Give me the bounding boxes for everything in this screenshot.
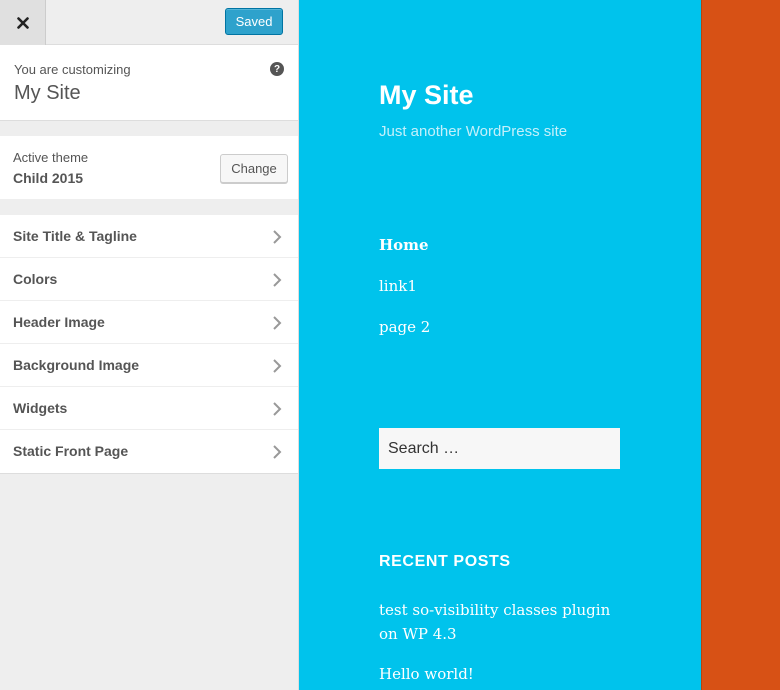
close-icon xyxy=(16,16,29,29)
section-label: Widgets xyxy=(13,400,68,416)
section-site-title-tagline[interactable]: Site Title & Tagline xyxy=(0,215,298,258)
help-icon[interactable]: ? xyxy=(270,62,284,76)
site-title[interactable]: My Site xyxy=(379,80,474,111)
preview-accent-strip xyxy=(701,0,780,690)
chevron-right-icon xyxy=(273,445,282,459)
customizer-sidebar: Saved You are customizing My Site ? Acti… xyxy=(0,0,299,690)
recent-posts-heading: RECENT POSTS xyxy=(379,553,511,570)
section-colors[interactable]: Colors xyxy=(0,258,298,301)
section-widgets[interactable]: Widgets xyxy=(0,387,298,430)
recent-post-link[interactable]: Hello world! xyxy=(379,662,629,686)
nav-link-link1[interactable]: link1 xyxy=(379,277,417,295)
customizing-site-name: My Site xyxy=(14,82,81,104)
close-button[interactable] xyxy=(0,0,46,45)
search-input[interactable] xyxy=(379,428,620,469)
nav-link-page-2[interactable]: page 2 xyxy=(379,318,430,336)
section-label: Header Image xyxy=(13,314,105,330)
customizer-header: Saved xyxy=(0,0,298,45)
section-header-image[interactable]: Header Image xyxy=(0,301,298,344)
site-preview: My Site Just another WordPress site Home… xyxy=(299,0,701,690)
chevron-right-icon xyxy=(273,273,282,287)
section-static-front-page[interactable]: Static Front Page xyxy=(0,430,298,473)
customizing-label: You are customizing xyxy=(14,62,131,77)
site-tagline: Just another WordPress site xyxy=(379,123,568,140)
section-label: Site Title & Tagline xyxy=(13,228,137,244)
section-label: Static Front Page xyxy=(13,443,129,459)
chevron-right-icon xyxy=(273,316,282,330)
saved-button[interactable]: Saved xyxy=(225,8,283,35)
nav-link-home[interactable]: Home xyxy=(379,236,429,254)
chevron-right-icon xyxy=(273,359,282,373)
chevron-right-icon xyxy=(273,230,282,244)
recent-post-link[interactable]: test so-visibility classes plugin on WP … xyxy=(379,598,629,646)
section-label: Colors xyxy=(13,271,58,287)
customizer-sections: Site Title & Tagline Colors Header Image… xyxy=(0,215,298,474)
theme-name: Child 2015 xyxy=(13,170,84,186)
section-background-image[interactable]: Background Image xyxy=(0,344,298,387)
section-label: Background Image xyxy=(13,357,140,373)
chevron-right-icon xyxy=(273,402,282,416)
customizing-info: You are customizing My Site ? xyxy=(0,45,298,121)
change-theme-button[interactable]: Change xyxy=(220,154,288,183)
active-theme-label: Active theme xyxy=(13,150,89,165)
